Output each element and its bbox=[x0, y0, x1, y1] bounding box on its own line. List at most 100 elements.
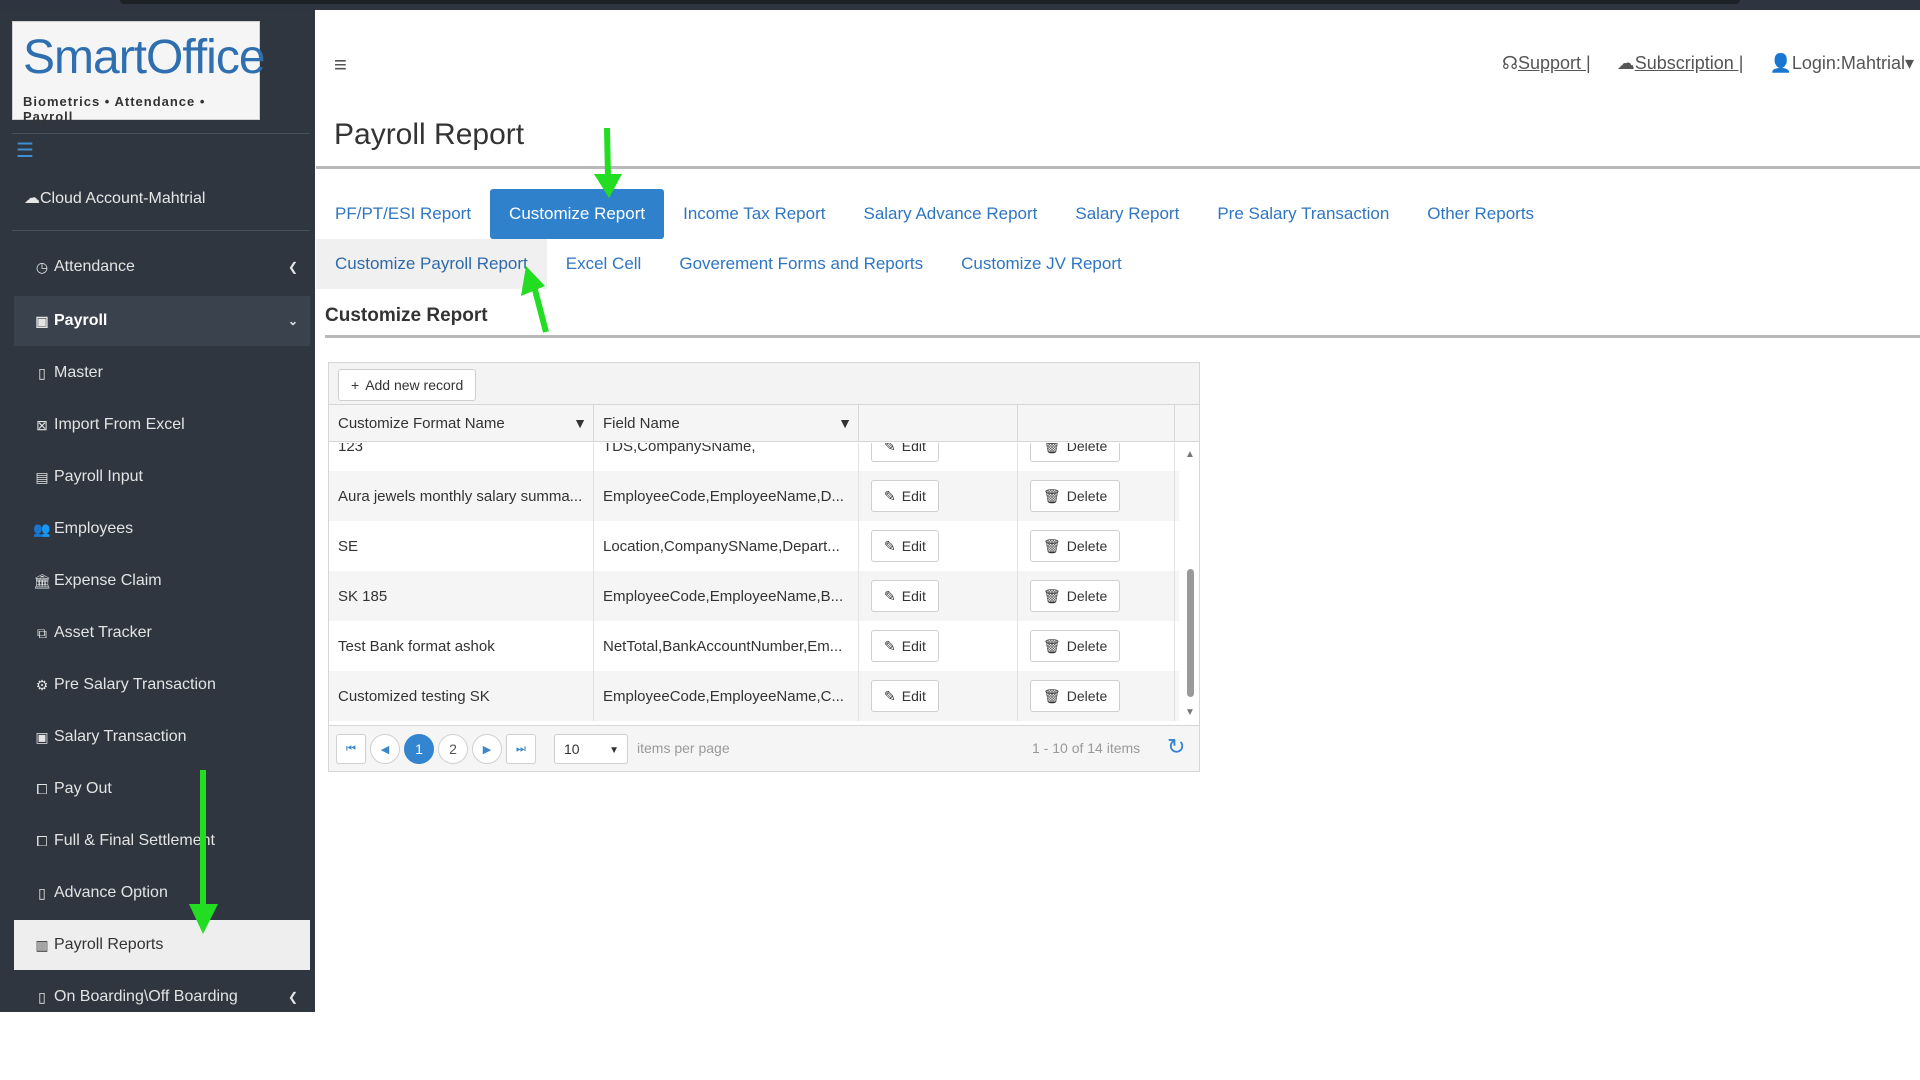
sidebar-item-label: Pre Salary Transaction bbox=[54, 676, 216, 693]
trash-icon: 🗑 bbox=[1043, 537, 1061, 554]
sidebar-item-onboarding[interactable]: ▯ On Boarding\Off Boarding ❮ bbox=[14, 972, 310, 1022]
cloud-account[interactable]: ☁Cloud Account-Mahtrial bbox=[24, 188, 205, 208]
tab-salary-report[interactable]: Salary Report bbox=[1056, 189, 1198, 239]
delete-label: Delete bbox=[1066, 488, 1108, 504]
pencil-icon: ✎ bbox=[884, 637, 896, 654]
filter-icon[interactable]: ▼ bbox=[838, 415, 852, 431]
tab-pf-pt-esi[interactable]: PF/PT/ESI Report bbox=[316, 189, 490, 239]
sidebar-item-salary-transaction[interactable]: ▣ Salary Transaction bbox=[14, 712, 310, 762]
delete-label: Delete bbox=[1066, 638, 1108, 654]
delete-button[interactable]: 🗑 Delete bbox=[1030, 680, 1121, 712]
column-header-delete bbox=[1018, 405, 1175, 442]
sidebar-item-full-final[interactable]: ⧠ Full & Final Settlement bbox=[14, 816, 310, 866]
table-row: Customized testing SK EmployeeCode,Emplo… bbox=[329, 671, 1179, 721]
sidebar-item-payroll[interactable]: ▣ Payroll ⌄ bbox=[14, 296, 310, 346]
sidebar-item-label: Payroll bbox=[54, 312, 108, 329]
delete-label: Delete bbox=[1066, 443, 1108, 454]
sidebar-item-employees[interactable]: 👥 Employees bbox=[14, 504, 310, 554]
top-bar-shade bbox=[120, 0, 1740, 4]
refresh-icon[interactable]: ↻ bbox=[1167, 734, 1185, 760]
sidebar-item-master[interactable]: ▯ Master bbox=[14, 348, 310, 398]
first-page-button[interactable]: ⏮ bbox=[336, 734, 366, 764]
title-divider bbox=[316, 166, 1920, 169]
page-size-select[interactable]: 10 ▼ bbox=[554, 734, 628, 764]
sidebar-item-label: Salary Transaction bbox=[54, 728, 187, 745]
subtab-excel-cell[interactable]: Excel Cell bbox=[547, 239, 661, 289]
subtab-customize-payroll[interactable]: Customize Payroll Report bbox=[316, 239, 547, 289]
bank-icon: 🏛 bbox=[33, 572, 51, 589]
sidebar-item-attendance[interactable]: ◷ Attendance ❮ bbox=[14, 242, 310, 292]
tab-salary-advance[interactable]: Salary Advance Report bbox=[844, 189, 1056, 239]
tab-other-reports[interactable]: Other Reports bbox=[1408, 189, 1553, 239]
subscription-link[interactable]: ☁Subscription | bbox=[1617, 53, 1744, 74]
money-icon: ▣ bbox=[35, 728, 49, 745]
login-menu[interactable]: 👤Login:Mahtrial▾ bbox=[1769, 53, 1914, 74]
pencil-icon: ✎ bbox=[884, 443, 896, 454]
logo[interactable]: SmartOffice Biometrics • Attendance • Pa… bbox=[12, 21, 266, 124]
page-button[interactable]: 2 bbox=[438, 734, 468, 764]
support-label[interactable]: Support | bbox=[1518, 53, 1591, 73]
sidebar-item-asset-tracker[interactable]: ⧉ Asset Tracker bbox=[14, 608, 310, 658]
sidebar-item-payroll-input[interactable]: ▤ Payroll Input bbox=[14, 452, 310, 502]
subscription-label[interactable]: Subscription | bbox=[1635, 53, 1744, 73]
sidebar-menu-icon[interactable]: ☰ bbox=[16, 138, 34, 163]
format-name-cell: SE bbox=[329, 521, 594, 571]
cloud-icon: ☁ bbox=[1616, 53, 1635, 73]
delete-label: Delete bbox=[1066, 588, 1108, 604]
report-grid: + Add new record Customize Format Name ▼ … bbox=[328, 362, 1200, 772]
support-link[interactable]: ☊Support | bbox=[1502, 53, 1591, 74]
table-row: SK 185 EmployeeCode,EmployeeName,B... ✎ E… bbox=[329, 571, 1179, 621]
edit-label: Edit bbox=[901, 688, 926, 704]
trash-icon: 🗑 bbox=[1043, 587, 1061, 604]
divider bbox=[12, 230, 310, 231]
column-header-format-name[interactable]: Customize Format Name ▼ bbox=[329, 405, 594, 442]
sidebar-item-advance-option[interactable]: ▯ Advance Option bbox=[14, 868, 310, 918]
external-icon: ⧠ bbox=[36, 780, 48, 797]
last-page-button[interactable]: ⏭ bbox=[506, 734, 536, 764]
page-title: Payroll Report bbox=[334, 118, 525, 151]
sidebar-item-payroll-reports[interactable]: ▥ Payroll Reports bbox=[14, 920, 310, 970]
sidebar-item-expense-claim[interactable]: 🏛 Expense Claim bbox=[14, 556, 310, 606]
edit-button[interactable]: ✎ Edit bbox=[871, 443, 939, 462]
format-name-cell: 123 bbox=[329, 443, 594, 471]
delete-button[interactable]: 🗑 Delete bbox=[1030, 530, 1121, 562]
edit-button[interactable]: ✎ Edit bbox=[871, 580, 939, 612]
sidebar-item-import-excel[interactable]: ⊠ Import From Excel bbox=[14, 400, 310, 450]
next-page-button[interactable]: ▶ bbox=[472, 734, 502, 764]
sidebar-item-label: Import From Excel bbox=[54, 416, 185, 433]
grid-scrollbar[interactable]: ▲ ▼ bbox=[1181, 443, 1199, 725]
prev-page-button[interactable]: ◀ bbox=[370, 734, 400, 764]
delete-button[interactable]: 🗑 Delete bbox=[1030, 630, 1121, 662]
edit-button[interactable]: ✎ Edit bbox=[871, 480, 939, 512]
delete-button[interactable]: 🗑 Delete bbox=[1030, 580, 1121, 612]
scrollbar-thumb[interactable] bbox=[1187, 569, 1194, 697]
square-icon: ▯ bbox=[38, 364, 46, 381]
page-button-current[interactable]: 1 bbox=[404, 734, 434, 764]
sidebar-item-pre-salary[interactable]: ⚙ Pre Salary Transaction bbox=[14, 660, 310, 710]
filter-icon[interactable]: ▼ bbox=[573, 415, 587, 431]
tab-customize-report[interactable]: Customize Report bbox=[490, 189, 665, 239]
cloud-icon: ☁ bbox=[24, 190, 40, 207]
chevron-down-icon: ⌄ bbox=[287, 314, 298, 328]
delete-button[interactable]: 🗑 Delete bbox=[1030, 443, 1121, 462]
tab-income-tax[interactable]: Income Tax Report bbox=[664, 189, 844, 239]
subtab-customize-jv[interactable]: Customize JV Report bbox=[942, 239, 1141, 289]
edit-cell: ✎ Edit bbox=[859, 571, 1018, 621]
divider bbox=[12, 133, 310, 134]
edit-button[interactable]: ✎ Edit bbox=[871, 530, 939, 562]
add-record-button[interactable]: + Add new record bbox=[338, 369, 477, 401]
column-header-field-name[interactable]: Field Name ▼ bbox=[594, 405, 859, 442]
sidebar-item-pay-out[interactable]: ⧠ Pay Out bbox=[14, 764, 310, 814]
tab-pre-salary[interactable]: Pre Salary Transaction bbox=[1198, 189, 1408, 239]
edit-label: Edit bbox=[901, 588, 926, 604]
grid-body: 123 TDS,CompanySName, ✎ Edit 🗑 Delete Aura… bbox=[329, 443, 1199, 725]
scroll-down-icon[interactable]: ▼ bbox=[1185, 707, 1195, 718]
menu-toggle-icon[interactable]: ≡ bbox=[334, 52, 347, 78]
subtab-government-forms[interactable]: Goverement Forms and Reports bbox=[660, 239, 942, 289]
edit-button[interactable]: ✎ Edit bbox=[871, 680, 939, 712]
section-divider bbox=[325, 335, 1920, 338]
scroll-up-icon[interactable]: ▲ bbox=[1185, 449, 1195, 460]
edit-button[interactable]: ✎ Edit bbox=[871, 630, 939, 662]
trash-icon: 🗑 bbox=[1043, 687, 1061, 704]
delete-button[interactable]: 🗑 Delete bbox=[1030, 480, 1121, 512]
